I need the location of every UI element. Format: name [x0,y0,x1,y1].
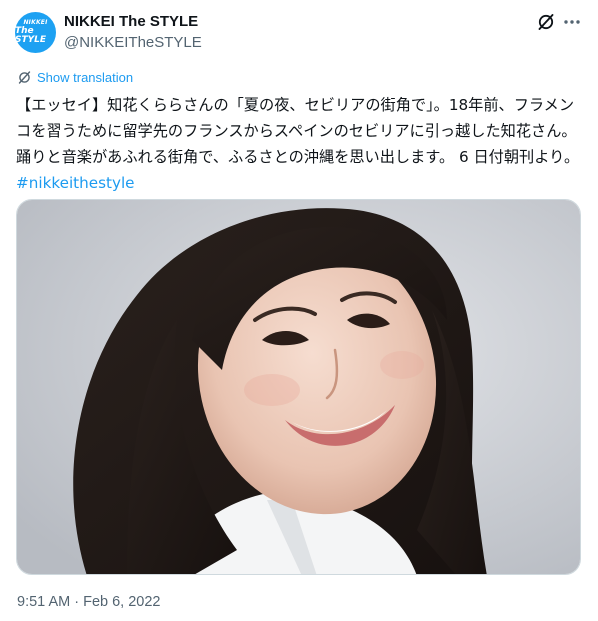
tweet-text: 【エッセイ】知花くららさんの「夏の夜、セビリアの街角で」。18年前、フラメンコを… [16,92,584,196]
more-horizontal-icon[interactable] [562,12,582,32]
portrait-photo [17,200,580,574]
show-translation-link[interactable]: Show translation [17,70,133,85]
tweet-card: NIKKEI The STYLE NIKKEI The STYLE @NIKKE… [0,0,598,621]
avatar[interactable]: NIKKEI The STYLE [15,12,56,53]
user-handle[interactable]: @NIKKEITheSTYLE [64,34,202,51]
tweet-photo[interactable] [16,199,581,575]
hashtag-link[interactable]: #nikkeithestyle [16,174,135,192]
globe-slash-icon [18,71,31,84]
grok-slash-icon[interactable] [536,12,556,32]
tweet-body: 【エッセイ】知花くららさんの「夏の夜、セビリアの街角で」。18年前、フラメンコを… [16,96,580,166]
timestamp[interactable]: 9:51 AM · Feb 6, 2022 [17,594,160,610]
avatar-logo-line2: The STYLE [15,26,47,45]
display-name[interactable]: NIKKEI The STYLE [64,13,198,30]
show-translation-label: Show translation [37,70,134,85]
